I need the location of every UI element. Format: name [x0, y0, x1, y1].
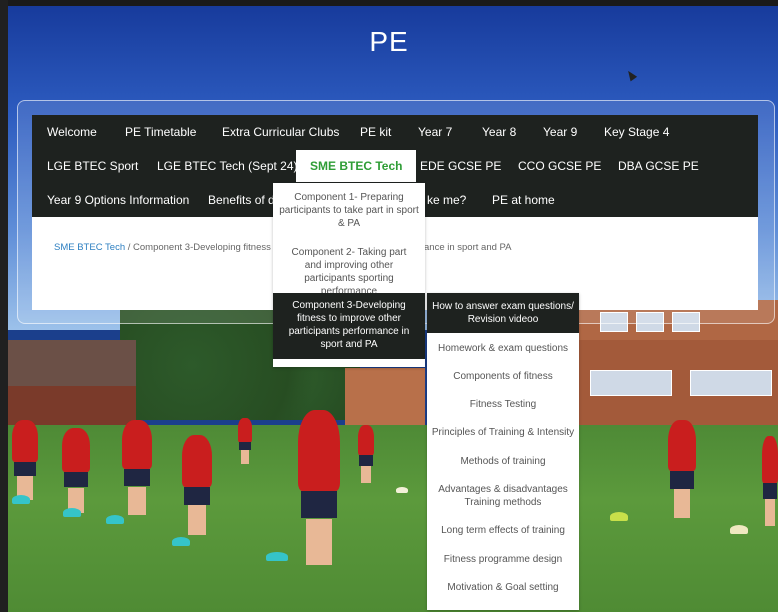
- submenu-item-components-of-fitness[interactable]: Components of fitness: [427, 370, 579, 383]
- submenu-item-motivation[interactable]: Motivation & Goal setting: [427, 581, 579, 594]
- student: [298, 410, 340, 565]
- site-title: PE: [369, 26, 409, 57]
- cone: [396, 487, 408, 493]
- submenu-item-exam-questions[interactable]: How to answer exam questions/ Revision v…: [427, 293, 579, 333]
- cone: [610, 512, 628, 521]
- menu-item-component-3[interactable]: Component 3-Developing fitness to improv…: [273, 293, 425, 359]
- nav-take-me[interactable]: ke me?: [427, 192, 466, 208]
- nav-extra-curricular[interactable]: Extra Curricular Clubs: [222, 124, 339, 140]
- menu-item-component-1[interactable]: Component 1- Preparing participants to t…: [273, 191, 425, 230]
- nav-lge-btec-tech[interactable]: LGE BTEC Tech (Sept 24): [157, 158, 298, 174]
- window: [590, 370, 672, 396]
- window: [690, 370, 772, 396]
- dropdown-menu-sme: Component 1- Preparing participants to t…: [273, 183, 425, 367]
- nav-cco-gcse-pe[interactable]: CCO GCSE PE: [518, 158, 601, 174]
- building-center: [345, 368, 425, 430]
- breadcrumb-current: / Component 3-Developing fitness t: [125, 242, 277, 253]
- student: [122, 420, 152, 515]
- submenu-item-methods-of-training[interactable]: Methods of training: [427, 455, 579, 468]
- cone: [266, 552, 288, 561]
- student: [668, 420, 696, 518]
- submenu-item-long-term-effects[interactable]: Long term effects of training: [427, 524, 579, 537]
- submenu-item-fitness-testing[interactable]: Fitness Testing: [427, 398, 579, 411]
- nav-year-9-options[interactable]: Year 9 Options Information: [47, 192, 189, 208]
- nav-lge-btec-sport[interactable]: LGE BTEC Sport: [47, 158, 138, 174]
- nav-year-9[interactable]: Year 9: [543, 124, 577, 140]
- menu-item-component-2[interactable]: Component 2- Taking part and improving o…: [273, 246, 425, 298]
- cone: [12, 495, 30, 504]
- nav-year-8[interactable]: Year 8: [482, 124, 516, 140]
- student: [762, 436, 778, 526]
- submenu-item-homework[interactable]: Homework & exam questions: [427, 342, 579, 355]
- cone: [730, 525, 748, 534]
- window-left-edge: [0, 0, 8, 612]
- nav-year-7[interactable]: Year 7: [418, 124, 452, 140]
- student: [62, 428, 90, 513]
- dropdown-submenu-component-3: How to answer exam questions/ Revision v…: [427, 293, 579, 610]
- student: [12, 420, 38, 500]
- submenu-item-advantages[interactable]: Advantages & disadvantages Training meth…: [427, 483, 579, 509]
- nav-pe-at-home[interactable]: PE at home: [492, 192, 555, 208]
- breadcrumb-trail: ance in sport and PA: [424, 242, 512, 253]
- student: [238, 418, 252, 464]
- breadcrumb: SME BTEC Tech / Component 3-Developing f…: [54, 242, 276, 253]
- nav-pe-timetable[interactable]: PE Timetable: [125, 124, 196, 140]
- student: [182, 435, 212, 535]
- submenu-item-fitness-programme[interactable]: Fitness programme design: [427, 553, 579, 566]
- student: [358, 425, 374, 483]
- nav-key-stage-4[interactable]: Key Stage 4: [604, 124, 669, 140]
- nav-sme-btec-tech[interactable]: SME BTEC Tech: [296, 150, 417, 182]
- cone: [63, 508, 81, 517]
- nav-welcome[interactable]: Welcome: [47, 124, 97, 140]
- window-top-edge: [0, 0, 778, 6]
- roof-left: [8, 340, 136, 386]
- breadcrumb-link[interactable]: SME BTEC Tech: [54, 242, 125, 253]
- nav-ede-gcse-pe[interactable]: EDE GCSE PE: [420, 158, 501, 174]
- submenu-item-principles-training[interactable]: Principles of Training & Intensity: [427, 426, 579, 439]
- cone: [172, 537, 190, 546]
- nav-dba-gcse-pe[interactable]: DBA GCSE PE: [618, 158, 699, 174]
- nav-benefits[interactable]: Benefits of do: [208, 192, 281, 208]
- nav-pe-kit[interactable]: PE kit: [360, 124, 391, 140]
- cone: [106, 515, 124, 524]
